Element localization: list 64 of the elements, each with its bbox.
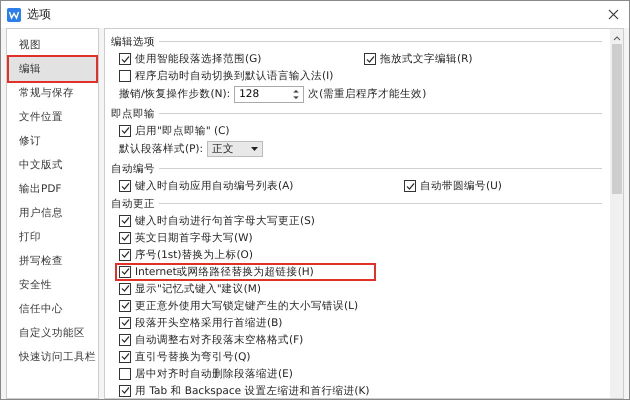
option-label: 自动调整右对齐段落末空格格式(F)	[135, 332, 304, 346]
sidebar-item[interactable]: 安全性	[9, 273, 96, 297]
field-note: 次(需重启程序才能生效)	[308, 87, 426, 101]
checkbox[interactable]	[119, 232, 131, 244]
section-title: 编辑选项	[111, 34, 155, 48]
option-label: 段落开头空格采用行首缩进(B)	[135, 316, 282, 330]
checkbox[interactable]	[119, 180, 131, 192]
option-label: 程序启动时自动切换到默认语言输入法(I)	[135, 68, 334, 82]
checkbox[interactable]	[119, 124, 131, 136]
section-title: 自动更正	[111, 196, 155, 210]
field-label: 默认段落样式(P):	[119, 142, 204, 156]
sidebar-item[interactable]: 视图	[9, 33, 96, 57]
sidebar-item[interactable]: 信任中心	[9, 297, 96, 321]
section-title: 即点即输	[111, 106, 155, 120]
option-label: 自动带圆编号(U)	[420, 179, 502, 193]
sidebar-item[interactable]: 拼写检查	[9, 249, 96, 273]
sidebar-item[interactable]: 快速访问工具栏	[9, 345, 96, 369]
option-label: 使用智能段落选择范围(G)	[135, 52, 262, 66]
checkbox[interactable]	[119, 70, 131, 82]
checkbox[interactable]	[119, 334, 131, 346]
checkbox[interactable]	[119, 300, 131, 312]
sidebar-item[interactable]: 常规与保存	[9, 81, 96, 105]
window-title: 选项	[27, 6, 51, 23]
option-label: 显示"记忆式键入"建议(M)	[135, 282, 261, 296]
sidebar-item[interactable]: 自定义功能区	[9, 321, 96, 345]
app-logo-icon	[7, 8, 21, 22]
field-label: 撤销/恢复操作步数(N):	[119, 87, 230, 101]
option-label: 用 Tab 和 Backspace 设置左缩进和首行缩进(K)	[135, 384, 370, 398]
checkbox[interactable]	[119, 368, 131, 380]
number-field[interactable]: 128	[234, 86, 304, 102]
close-icon[interactable]	[608, 8, 619, 20]
checkbox[interactable]	[364, 53, 376, 65]
style-dropdown[interactable]: 正文	[207, 141, 264, 157]
option-label: 键入时自动进行句首字母大写更正(S)	[135, 214, 315, 228]
scroll-up-icon[interactable]	[612, 35, 620, 41]
option-label: 拖放式文字编辑(R)	[380, 52, 472, 66]
checkbox[interactable]	[119, 282, 131, 294]
option-label: 更正意外使用大写锁定键产生的大小写错误(L)	[135, 298, 358, 312]
option-label: Internet或网络路径替换为超链接(H)	[135, 264, 314, 278]
sidebar-item[interactable]: 文件位置	[9, 105, 96, 129]
sidebar-item[interactable]: 输出PDF	[9, 177, 96, 201]
sidebar-item[interactable]: 修订	[9, 129, 96, 153]
option-label: 直引号替换为弯引号(Q)	[135, 350, 250, 364]
caret-icon	[251, 147, 258, 151]
sidebar-item[interactable]: 编辑	[9, 57, 96, 81]
option-label: 居中对齐时自动删除段落缩进(E)	[135, 366, 293, 380]
option-label: 序号(1st)替换为上标(O)	[135, 248, 253, 262]
sidebar-item[interactable]: 用户信息	[9, 201, 96, 225]
checkbox[interactable]	[119, 384, 131, 396]
checkbox[interactable]	[119, 248, 131, 260]
scrollbar[interactable]	[610, 29, 623, 398]
checkbox[interactable]	[119, 266, 131, 278]
scroll-thumb[interactable]	[612, 44, 622, 194]
section-title: 自动编号	[111, 162, 155, 176]
checkbox[interactable]	[119, 214, 131, 226]
checkbox[interactable]	[119, 350, 131, 362]
checkbox[interactable]	[119, 53, 131, 65]
option-label: 键入时自动应用自动编号列表(A)	[135, 179, 294, 193]
checkbox[interactable]	[119, 316, 131, 328]
option-label: 英文日期首字母大写(W)	[135, 230, 253, 244]
checkbox[interactable]	[404, 180, 416, 192]
option-label: 启用"即点即输" (C)	[135, 124, 230, 138]
sidebar-item[interactable]: 打印	[9, 225, 96, 249]
sidebar-item[interactable]: 中文版式	[9, 153, 96, 177]
